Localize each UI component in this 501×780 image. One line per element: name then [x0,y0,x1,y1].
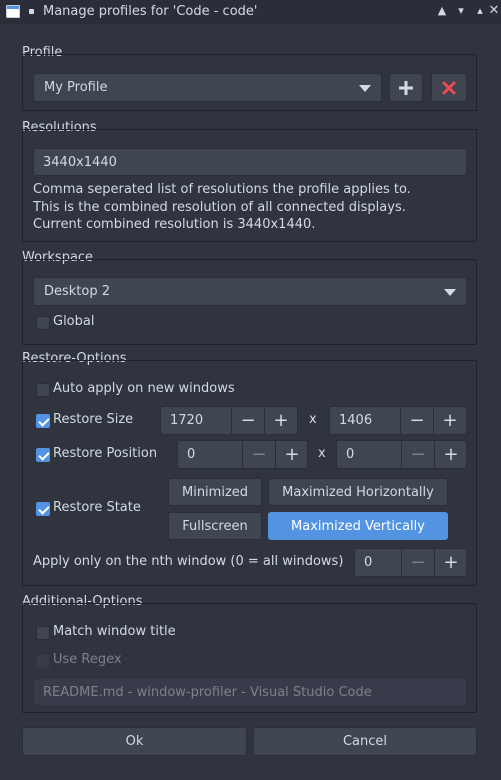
shade-icon[interactable]: ▲ [434,3,450,19]
ok-button[interactable]: Ok [22,727,247,756]
minimize-icon[interactable]: ▾ [453,3,469,19]
chevron-down-icon [444,288,456,296]
position-x-decrement[interactable]: − [242,441,275,468]
resolutions-input[interactable]: 3440x1440 [33,148,467,176]
global-checkbox[interactable] [36,316,50,330]
size-height-increment[interactable]: + [433,407,466,434]
window-title-input-value: README.md - window-profiler - Visual Stu… [43,684,372,700]
position-y-decrement[interactable]: − [401,441,434,468]
resolutions-input-value: 3440x1440 [43,154,117,170]
size-width-value: 1720 [170,413,204,428]
plus-icon [399,80,413,95]
workspace-select-value: Desktop 2 [44,284,111,299]
size-separator: x [309,412,317,427]
nth-window-increment[interactable]: + [434,549,467,576]
auto-apply-label: Auto apply on new windows [53,381,235,396]
cancel-button[interactable]: Cancel [253,727,477,756]
state-max-vertical-button[interactable]: Maximized Vertically [268,512,448,540]
close-icon[interactable]: ✕ [486,3,501,19]
size-height-value: 1406 [339,413,373,428]
window-icon [6,5,20,18]
window-title-input: README.md - window-profiler - Visual Stu… [33,678,467,706]
workspace-select[interactable]: Desktop 2 [33,277,467,306]
profile-select[interactable]: My Profile [33,73,382,102]
add-profile-button[interactable] [389,73,423,102]
delete-profile-button[interactable] [431,73,467,102]
size-width-increment[interactable]: + [264,407,297,434]
size-height-spinbox[interactable]: 1406 − + [329,406,467,435]
title-bar: Manage profiles for 'Code - code' ▲ ▾ ▴ … [0,0,501,24]
restore-position-checkbox[interactable] [36,448,50,462]
size-width-spinbox[interactable]: 1720 − + [160,406,298,435]
size-width-decrement[interactable]: − [231,407,264,434]
window-menu-icon[interactable] [29,9,34,14]
restore-size-checkbox[interactable] [36,414,50,428]
restore-size-label: Restore Size [53,412,134,427]
restore-state-label: Restore State [53,500,141,515]
position-x-value: 0 [187,447,196,462]
state-max-horizontal-button[interactable]: Maximized Horizontally [268,478,448,506]
state-fullscreen-button[interactable]: Fullscreen [168,512,262,540]
position-x-increment[interactable]: + [275,441,308,468]
restore-state-checkbox[interactable] [36,502,50,516]
profile-select-value: My Profile [44,80,108,95]
position-y-spinbox[interactable]: 0 − + [336,440,467,469]
position-y-increment[interactable]: + [434,441,467,468]
window-title: Manage profiles for 'Code - code' [43,4,258,19]
match-title-checkbox[interactable] [36,626,50,640]
nth-window-value: 0 [364,555,373,570]
auto-apply-checkbox[interactable] [36,383,50,397]
match-title-label: Match window title [53,624,176,639]
size-height-decrement[interactable]: − [400,407,433,434]
nth-window-decrement[interactable]: − [401,549,434,576]
resolutions-desc-3: Current combined resolution is 3440x1440… [33,217,316,232]
chevron-down-icon [359,84,371,92]
use-regex-label: Use Regex [53,652,122,667]
delete-x-icon [442,81,456,94]
use-regex-checkbox [36,654,50,668]
resolutions-desc-2: This is the combined resolution of all c… [33,200,406,215]
state-minimized-button[interactable]: Minimized [168,478,262,506]
position-y-value: 0 [346,447,355,462]
nth-window-label: Apply only on the nth window (0 = all wi… [33,554,344,569]
position-x-spinbox[interactable]: 0 − + [177,440,308,469]
resolutions-desc-1: Comma seperated list of resolutions the … [33,182,411,197]
position-separator: x [318,446,326,461]
restore-position-label: Restore Position [53,446,158,461]
nth-window-spinbox[interactable]: 0 − + [354,548,467,577]
global-label: Global [53,314,95,329]
